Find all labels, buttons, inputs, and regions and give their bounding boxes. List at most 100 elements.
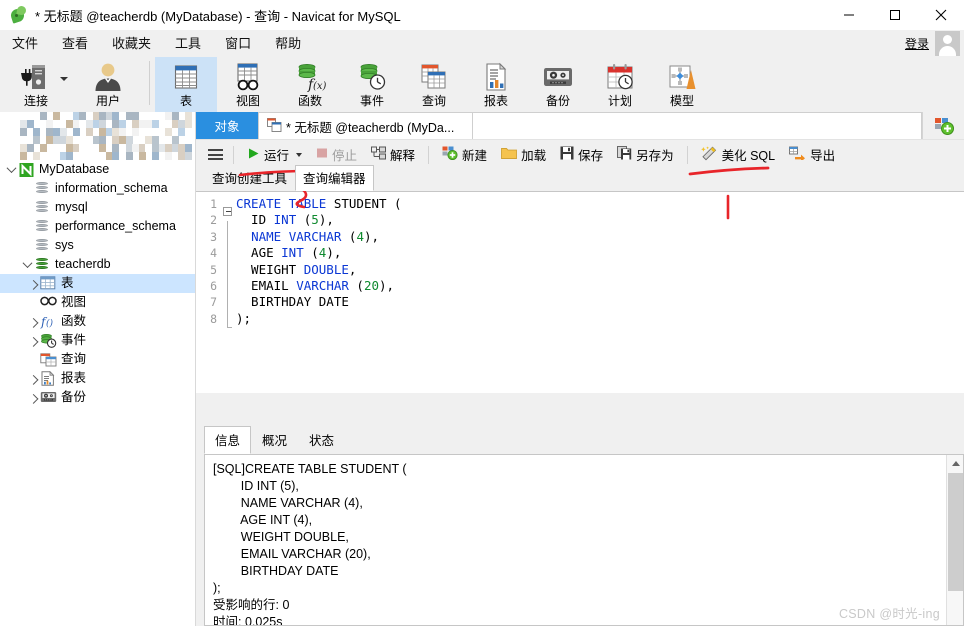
results-scrollbar[interactable] — [946, 455, 963, 625]
save-button[interactable]: 保存 — [553, 143, 610, 166]
close-button[interactable] — [918, 0, 964, 30]
menu-item-tools[interactable]: 工具 — [163, 30, 213, 57]
toolbar-button-backup[interactable]: 备份 — [527, 57, 589, 112]
tab-object[interactable]: 对象 — [196, 112, 258, 139]
code-line: 6 EMAIL VARCHAR (20), — [196, 278, 964, 294]
schedule-icon — [604, 61, 636, 93]
menu-item-view[interactable]: 查看 — [50, 30, 100, 57]
chevron-down-icon[interactable] — [296, 153, 302, 157]
toolbar-label-user: 用户 — [96, 94, 120, 108]
minimize-button[interactable] — [826, 0, 872, 30]
expander-down-icon[interactable] — [4, 166, 18, 173]
toolbar-button-query[interactable]: 查询 — [403, 57, 465, 112]
sql-editor[interactable]: 1 CREATE TABLE STUDENT (2 ID INT (5), 3 NA… — [196, 191, 964, 393]
database-gray-icon — [34, 238, 51, 254]
tree-item-label: performance_schema — [55, 217, 176, 236]
toolbar-label-function: 函数 — [298, 94, 322, 108]
toolbar-button-function[interactable]: f (x) 函数 — [279, 57, 341, 112]
tree-item-12[interactable]: 备份 — [0, 388, 195, 407]
tab-message[interactable]: 信息 — [204, 426, 251, 454]
toolbar-button-schedule[interactable]: 计划 — [589, 57, 651, 112]
expander-right-icon[interactable] — [26, 375, 40, 382]
line-number: 8 — [196, 311, 222, 327]
query-tab-icon — [267, 118, 282, 135]
tree-item-11[interactable]: 报表 — [0, 369, 195, 388]
tab-strip: 对象 * 无标题 @teacherdb (MyDa... — [196, 112, 964, 139]
tab-query-builder[interactable]: 查询创建工具 — [204, 165, 295, 191]
code-text: AGE INT (4), — [236, 245, 341, 261]
scrollbar-thumb[interactable] — [948, 473, 963, 591]
navigation-tree: MyDatabase information_schema mysql perform… — [0, 160, 195, 407]
explain-label: 解释 — [390, 145, 415, 164]
beautify-sql-button[interactable]: 美化 SQL — [694, 143, 783, 166]
code-line: 7 BIRTHDAY DATE — [196, 294, 964, 310]
menu-bar: 文件 查看 收藏夹 工具 窗口 帮助 — [0, 30, 964, 57]
tree-item-1[interactable]: information_schema — [0, 179, 195, 198]
tab-status[interactable]: 状态 — [298, 426, 345, 454]
menu-item-window[interactable]: 窗口 — [213, 30, 263, 57]
new-tab-button[interactable] — [922, 112, 964, 139]
code-text: CREATE TABLE STUDENT ( — [236, 196, 402, 212]
load-button[interactable]: 加载 — [494, 143, 553, 166]
toolbar-button-user[interactable]: 用户 — [72, 57, 144, 112]
maximize-button[interactable] — [872, 0, 918, 30]
database-gray-icon — [34, 181, 51, 197]
tree-item-2[interactable]: mysql — [0, 198, 195, 217]
line-number: 4 — [196, 245, 222, 261]
tree-item-9[interactable]: 事件 — [0, 331, 195, 350]
tree-item-3[interactable]: performance_schema — [0, 217, 195, 236]
menu-item-favorites[interactable]: 收藏夹 — [100, 30, 163, 57]
explain-button[interactable]: 解释 — [364, 143, 422, 166]
tree-item-4[interactable]: sys — [0, 236, 195, 255]
avatar[interactable] — [935, 31, 960, 56]
fold-toggle-icon[interactable] — [223, 207, 232, 216]
toolbar-label-schedule: 计划 — [608, 94, 632, 108]
tree-item-7[interactable]: 视图 — [0, 293, 195, 312]
tree-item-6[interactable]: 表 — [0, 274, 195, 293]
tree-item-label: 表 — [61, 274, 74, 293]
menu-item-help[interactable]: 帮助 — [263, 30, 313, 57]
scroll-up-arrow-icon[interactable] — [947, 455, 964, 472]
toolbar-button-event[interactable]: 事件 — [341, 57, 403, 112]
export-label: 导出 — [810, 145, 835, 164]
connection-green-icon — [18, 162, 35, 178]
tab-query[interactable]: * 无标题 @teacherdb (MyDa... — [258, 112, 473, 139]
expander-right-icon[interactable] — [26, 280, 40, 287]
database-green-icon — [34, 257, 51, 273]
tree-item-5[interactable]: teacherdb — [0, 255, 195, 274]
tab-query-editor[interactable]: 查询编辑器 — [295, 165, 374, 191]
hamburger-menu-icon[interactable] — [204, 147, 227, 162]
expander-right-icon[interactable] — [26, 394, 40, 401]
tree-item-label: 报表 — [61, 369, 86, 388]
run-label: 运行 — [264, 145, 289, 164]
toolbar-button-view[interactable]: 视图 — [217, 57, 279, 112]
expander-down-icon[interactable] — [20, 261, 34, 268]
code-line: 1 CREATE TABLE STUDENT ( — [196, 196, 964, 212]
toolbar-button-connection[interactable]: 连接 — [0, 57, 72, 112]
new-tab-icon — [933, 116, 955, 136]
toolbar-button-model[interactable]: 模型 — [651, 57, 713, 112]
save-as-label: 另存为 — [636, 145, 674, 164]
new-button[interactable]: 新建 — [435, 143, 494, 166]
chevron-down-icon[interactable] — [60, 77, 68, 81]
toolbar-label-model: 模型 — [670, 94, 694, 108]
tree-item-10[interactable]: 查询 — [0, 350, 195, 369]
tree-item-label: sys — [55, 236, 74, 255]
tree-item-8[interactable]: f() 函数 — [0, 312, 195, 331]
login-link[interactable]: 登录 — [905, 35, 929, 52]
menu-item-file[interactable]: 文件 — [0, 30, 50, 57]
export-button[interactable]: 导出 — [782, 143, 842, 166]
expander-right-icon[interactable] — [26, 337, 40, 344]
save-as-button[interactable]: 另存为 — [610, 143, 681, 166]
new-label: 新建 — [462, 145, 487, 164]
tab-profile[interactable]: 概况 — [251, 426, 298, 454]
results-output-text: [SQL]CREATE TABLE STUDENT ( ID INT (5), … — [205, 455, 963, 626]
navicat-window: * 无标题 @teacherdb (MyDatabase) - 查询 - Nav… — [0, 0, 964, 626]
expander-right-icon[interactable] — [26, 318, 40, 325]
tree-item-0[interactable]: MyDatabase — [0, 160, 195, 179]
run-button[interactable]: 运行 — [240, 143, 309, 166]
code-line: 2 ID INT (5), — [196, 212, 964, 228]
report-icon — [40, 371, 57, 387]
toolbar-button-table[interactable]: 表 — [155, 57, 217, 112]
toolbar-button-report[interactable]: 报表 — [465, 57, 527, 112]
